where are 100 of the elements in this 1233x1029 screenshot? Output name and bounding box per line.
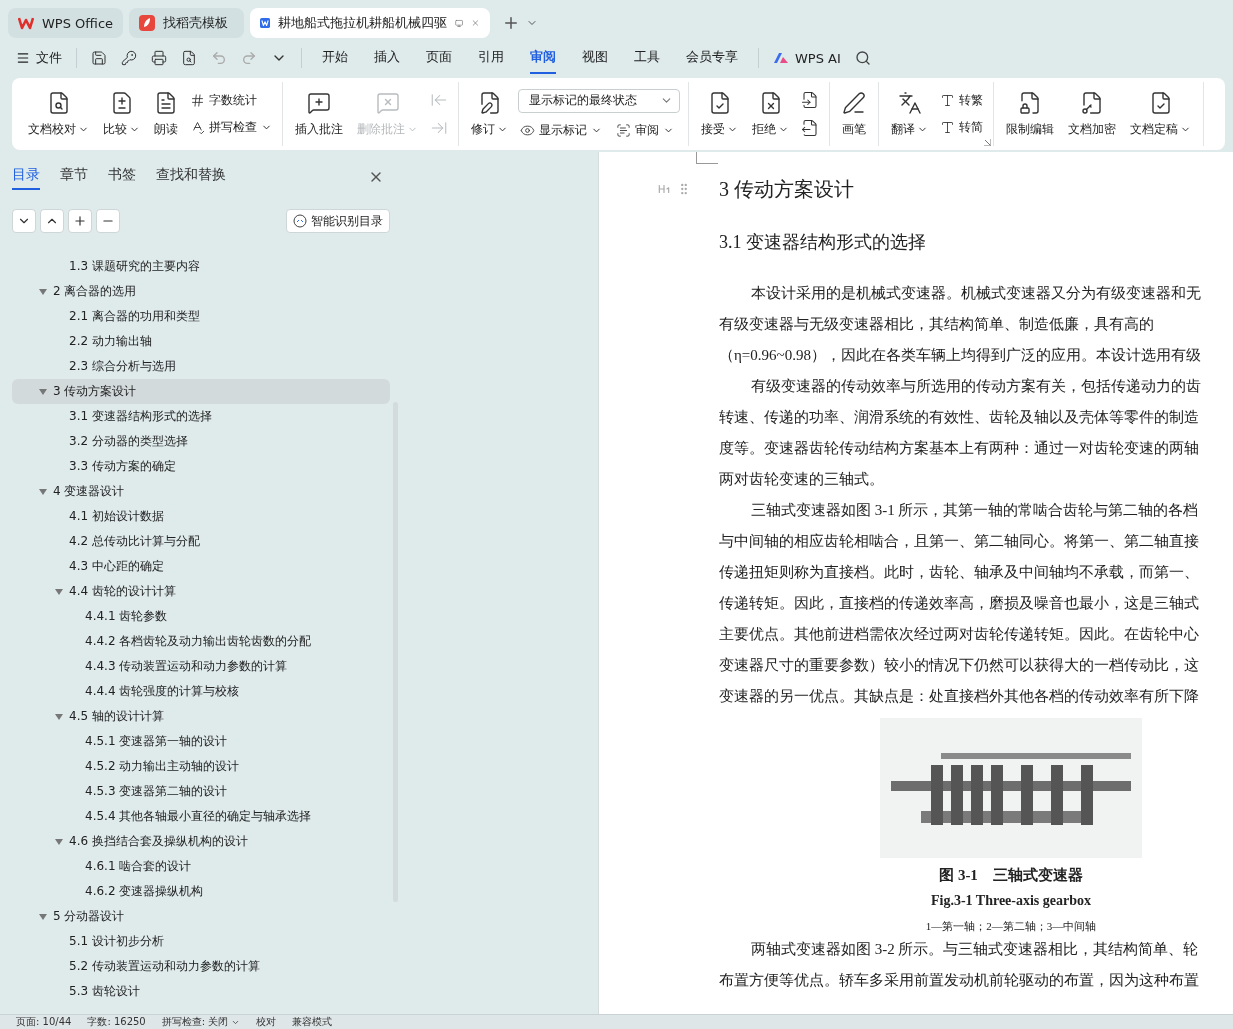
outline-item[interactable]: 4.5.4 其他各轴最小直径的确定与轴承选择 bbox=[12, 804, 390, 829]
collapse-button[interactable] bbox=[40, 209, 64, 233]
status-item[interactable]: 字数: 16250 bbox=[87, 1015, 146, 1029]
outline-item[interactable]: 3.3 传动方案的确定 bbox=[12, 454, 390, 479]
ribbon-tab[interactable]: 审阅 bbox=[530, 42, 556, 74]
paragraph-line: 三轴式变速器如图 3-1 所示，其第一轴的常啮合齿轮与第二轴的各档 bbox=[750, 501, 1200, 520]
expand-caret-icon[interactable] bbox=[55, 838, 63, 845]
print-button[interactable] bbox=[151, 50, 167, 66]
next-comment-icon bbox=[430, 119, 448, 137]
outline-item[interactable]: 4.4.3 传动装置运动和动力参数的计算 bbox=[12, 654, 390, 679]
redo-button[interactable] bbox=[241, 50, 257, 66]
outline-item[interactable]: 4.5 轴的设计计算 bbox=[12, 704, 390, 729]
outline-item[interactable]: 1.3 课题研究的主要内容 bbox=[12, 254, 390, 279]
ribbon-small-button[interactable]: 审阅 bbox=[614, 120, 676, 140]
outline-item[interactable]: 4.5.1 变速器第一轴的设计 bbox=[12, 729, 390, 754]
panel-tab[interactable]: 书签 bbox=[108, 164, 136, 190]
outline-item[interactable]: 4.5.3 变速器第二轴的设计 bbox=[12, 779, 390, 804]
outline-item[interactable]: 4.1 初始设计数据 bbox=[12, 504, 390, 529]
smart-toc-button[interactable]: 智能识别目录 bbox=[286, 209, 390, 233]
outline-item[interactable]: 4.5.2 动力输出主动轴的设计 bbox=[12, 754, 390, 779]
expand-caret-icon[interactable] bbox=[39, 913, 47, 920]
outline-item[interactable]: 3.1 变速器结构形式的选择 bbox=[12, 404, 390, 429]
ribbon-tab[interactable]: 视图 bbox=[582, 42, 608, 74]
status-item[interactable]: 页面: 10/44 bbox=[16, 1015, 72, 1029]
ribbon-tab[interactable]: 插入 bbox=[374, 42, 400, 74]
remove-button[interactable] bbox=[96, 209, 120, 233]
status-item[interactable]: 校对 bbox=[256, 1015, 277, 1029]
ribbon-button[interactable]: 文档加密 bbox=[1064, 88, 1120, 140]
outline-item[interactable]: 4 变速器设计 bbox=[12, 479, 390, 504]
expand-caret-icon[interactable] bbox=[39, 488, 47, 495]
outline-item[interactable]: 2.3 综合分析与选用 bbox=[12, 354, 390, 379]
ribbon-button[interactable]: 插入批注 bbox=[291, 88, 347, 140]
ribbon-small-button[interactable]: 字数统计 bbox=[188, 91, 274, 110]
expand-caret-icon[interactable] bbox=[55, 588, 63, 595]
panel-tab[interactable]: 目录 bbox=[12, 164, 40, 190]
outline-item[interactable]: 5.1 设计初步分析 bbox=[12, 929, 390, 954]
outline-item[interactable]: 2 离合器的选用 bbox=[12, 279, 390, 304]
outline-item[interactable]: 4.6 换挡结合套及操纵机构的设计 bbox=[12, 829, 390, 854]
ribbon-button[interactable]: 接受 bbox=[697, 88, 742, 140]
markup-display-select[interactable]: 显示标记的最终状态 bbox=[518, 88, 680, 113]
dialog-launcher-icon[interactable] bbox=[984, 139, 991, 146]
outline-item[interactable]: 4.2 总传动比计算与分配 bbox=[12, 529, 390, 554]
ribbon-tab[interactable]: 会员专享 bbox=[686, 42, 738, 74]
ribbon-button[interactable]: 拒绝 bbox=[748, 88, 793, 140]
expand-button[interactable] bbox=[12, 209, 36, 233]
ribbon-button[interactable]: 文档定稿 bbox=[1126, 88, 1195, 140]
app-tab[interactable]: WPS Office bbox=[8, 8, 124, 38]
ribbon-button[interactable]: 画笔 bbox=[838, 88, 870, 140]
ribbon-small-button[interactable]: 拼写检查 bbox=[188, 118, 274, 137]
paragraph-line: 传递转矩。因此，直接档的传递效率高，磨损及噪音也最小，这是三轴式 bbox=[719, 594, 1200, 613]
ribbon-small-button[interactable]: 显示标记 bbox=[518, 120, 604, 140]
comment-add-icon bbox=[307, 90, 331, 115]
panel-tab[interactable]: 查找和替换 bbox=[156, 164, 226, 190]
heading-marker-icon[interactable] bbox=[657, 182, 671, 196]
ribbon-button[interactable]: 限制编辑 bbox=[1002, 88, 1058, 140]
outline-item[interactable]: 4.4.2 各档齿轮及动力输出齿轮齿数的分配 bbox=[12, 629, 390, 654]
app-tab[interactable]: 找稻壳模板 bbox=[129, 8, 245, 38]
ribbon-button[interactable]: 文档校对 bbox=[24, 88, 93, 140]
outline-item[interactable]: 3.2 分动器的类型选择 bbox=[12, 429, 390, 454]
outline-item[interactable]: 4.3 中心距的确定 bbox=[12, 554, 390, 579]
ribbon-button[interactable]: 比较 bbox=[99, 88, 144, 140]
ribbon-tab[interactable]: 引用 bbox=[478, 42, 504, 74]
ribbon-button[interactable]: 修订 bbox=[467, 88, 512, 140]
expand-caret-icon[interactable] bbox=[55, 713, 63, 720]
outline-item[interactable]: 4.4.4 齿轮强度的计算与校核 bbox=[12, 679, 390, 704]
status-item[interactable]: 拼写检查: 关闭 bbox=[161, 1015, 241, 1029]
print-preview-button[interactable] bbox=[181, 50, 197, 66]
ribbon-tab[interactable]: 页面 bbox=[426, 42, 452, 74]
redo-icon bbox=[241, 50, 257, 66]
outline-item[interactable]: 4.4.1 齿轮参数 bbox=[12, 604, 390, 629]
file-menu-button[interactable]: 文件 bbox=[16, 49, 62, 67]
expand-caret-icon[interactable] bbox=[39, 288, 47, 295]
add-button[interactable] bbox=[68, 209, 92, 233]
ribbon-small-button[interactable]: 转简 bbox=[938, 118, 985, 137]
save-button[interactable] bbox=[91, 50, 107, 66]
key-button[interactable] bbox=[121, 50, 137, 66]
smart-scan-icon bbox=[293, 214, 307, 228]
panel-tab[interactable]: 章节 bbox=[60, 164, 88, 190]
outline-item[interactable]: 4.6.1 啮合套的设计 bbox=[12, 854, 390, 879]
search-button[interactable] bbox=[854, 50, 871, 66]
outline-item[interactable]: 5 分动器设计 bbox=[12, 904, 390, 929]
ai-button[interactable]: WPS AI bbox=[773, 50, 841, 66]
undo-button[interactable] bbox=[211, 50, 227, 66]
ribbon-tab[interactable]: 工具 bbox=[634, 42, 660, 74]
ribbon-button[interactable]: 朗读 bbox=[150, 88, 182, 140]
app-tab[interactable]: 耕地船式拖拉机耕船机械四驱 bbox=[250, 8, 491, 38]
expand-caret-icon[interactable] bbox=[39, 388, 47, 395]
paragraph-line: 传递扭矩则称为直接档。此时，齿轮、轴承及中间轴均不承载，而第一、 bbox=[719, 563, 1200, 582]
ribbon-button[interactable]: 翻译 bbox=[887, 88, 932, 140]
outline-item[interactable]: 2.1 离合器的功用和类型 bbox=[12, 304, 390, 329]
next-change-icon bbox=[801, 119, 819, 137]
outline-item[interactable]: 5.3 齿轮设计 bbox=[12, 979, 390, 1004]
outline-item[interactable]: 4.6.2 变速器操纵机构 bbox=[12, 879, 390, 904]
status-item[interactable]: 兼容模式 bbox=[292, 1015, 333, 1029]
outline-item[interactable]: 2.2 动力输出轴 bbox=[12, 329, 390, 354]
outline-item[interactable]: 5.2 传动装置运动和动力参数的计算 bbox=[12, 954, 390, 979]
outline-item[interactable]: 4.4 齿轮的设计计算 bbox=[12, 579, 390, 604]
ribbon-small-button[interactable]: 转繁 bbox=[938, 91, 985, 110]
outline-item[interactable]: 3 传动方案设计 bbox=[12, 379, 390, 404]
ribbon-tab[interactable]: 开始 bbox=[322, 42, 348, 74]
